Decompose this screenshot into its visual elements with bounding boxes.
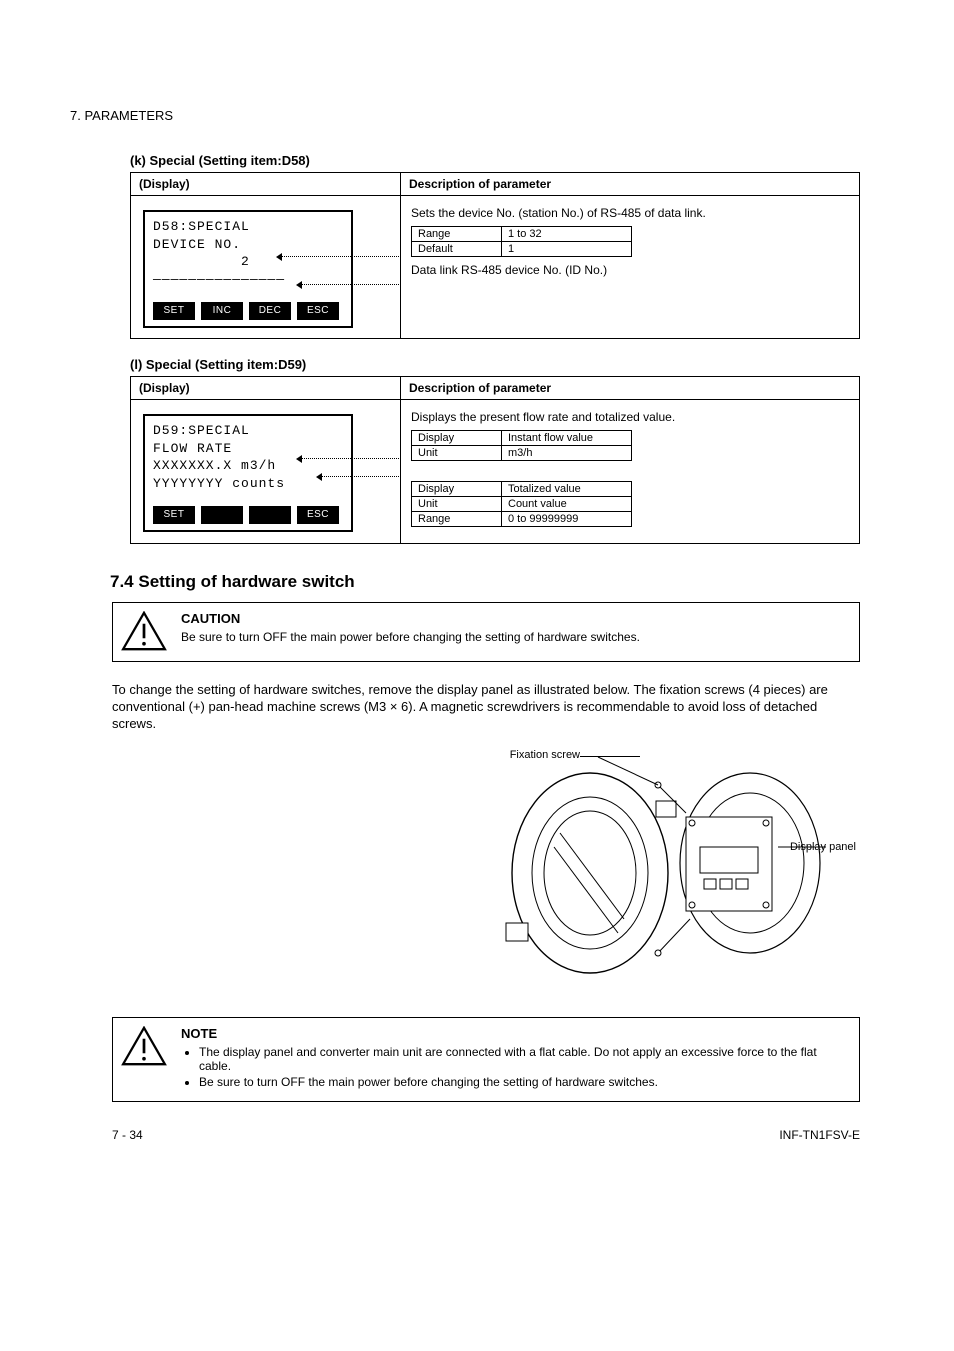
note-item: The display panel and converter main uni…	[199, 1045, 849, 1073]
col-header-desc: Description of parameter	[401, 377, 859, 399]
lcd-panel-d58: D58:SPECIAL DEVICE NO. 2 ―――――――――――――――…	[131, 196, 401, 338]
softkey-set[interactable]: SET	[153, 506, 195, 524]
lcd-line: DEVICE NO.	[153, 236, 343, 254]
value-table: Range1 to 32 Default1	[411, 226, 632, 257]
warning-icon	[121, 611, 167, 651]
table-row: Range0 to 99999999	[412, 512, 632, 527]
value-table-bottom: DisplayTotalized value UnitCount value R…	[411, 481, 632, 527]
note-title: NOTE	[181, 1026, 849, 1041]
instruction-paragraph: To change the setting of hardware switch…	[112, 682, 860, 733]
table-row: DisplayTotalized value	[412, 482, 632, 497]
lcd-line: FLOW RATE	[153, 440, 343, 458]
lcd-line: D59:SPECIAL	[153, 422, 343, 440]
col-header-desc: Description of parameter	[401, 173, 859, 195]
footer-page-number: 7 - 34	[112, 1128, 143, 1142]
caution-text: Be sure to turn OFF the main power befor…	[181, 630, 849, 644]
table-row: Range1 to 32	[412, 227, 632, 242]
note-box: NOTE The display panel and converter mai…	[112, 1017, 860, 1102]
table-row: DisplayInstant flow value	[412, 431, 632, 446]
softkey-blank1[interactable]	[201, 506, 243, 524]
warning-icon	[121, 1026, 167, 1066]
softkey-set[interactable]: SET	[153, 302, 195, 320]
lcd-line: ―――――――――――――――	[153, 271, 343, 289]
lcd-line: YYYYYYYY counts	[153, 475, 343, 493]
page-header: 7. PARAMETERS	[70, 108, 880, 123]
section-title-l: (l) Special (Setting item:D59)	[130, 357, 880, 372]
note-item: Be sure to turn OFF the main power befor…	[199, 1075, 849, 1089]
lcd-line: XXXXXXX.X m3/h	[153, 457, 343, 475]
param-description: Sets the device No. (station No.) of RS-…	[411, 206, 849, 220]
param-description: Displays the present flow rate and total…	[411, 410, 849, 424]
value-table-top: DisplayInstant flow value Unitm3/h	[411, 430, 632, 461]
section-heading-7-4: 7.4 Setting of hardware switch	[110, 572, 880, 592]
table-row: UnitCount value	[412, 497, 632, 512]
section-title-k: (k) Special (Setting item:D58)	[130, 153, 880, 168]
exploded-view-diagram: Fixation screw Display panel	[112, 743, 860, 1003]
screen-box-d58: (Display) Description of parameter D58:S…	[130, 172, 860, 339]
softkey-esc[interactable]: ESC	[297, 506, 339, 524]
table-row: Unitm3/h	[412, 446, 632, 461]
screw-icon	[655, 919, 690, 956]
softkey-dec[interactable]: DEC	[249, 302, 291, 320]
softkey-esc[interactable]: ESC	[297, 302, 339, 320]
footer-doc-code: INF-TN1FSV-E	[779, 1128, 860, 1142]
col-header-display: (Display)	[131, 173, 401, 195]
param-extra-note: Data link RS-485 device No. (ID No.)	[411, 263, 849, 277]
col-header-display: (Display)	[131, 377, 401, 399]
page-footer: 7 - 34 INF-TN1FSV-E	[112, 1128, 860, 1142]
lcd-panel-d59: D59:SPECIAL FLOW RATE XXXXXXX.X m3/h YYY…	[131, 400, 401, 543]
lcd-line: D58:SPECIAL	[153, 218, 343, 236]
softkey-inc[interactable]: INC	[201, 302, 243, 320]
caution-title: CAUTION	[181, 611, 849, 626]
softkey-blank2[interactable]	[249, 506, 291, 524]
screen-box-d59: (Display) Description of parameter D59:S…	[130, 376, 860, 544]
table-row: Default1	[412, 242, 632, 257]
caution-box: CAUTION Be sure to turn OFF the main pow…	[112, 602, 860, 662]
